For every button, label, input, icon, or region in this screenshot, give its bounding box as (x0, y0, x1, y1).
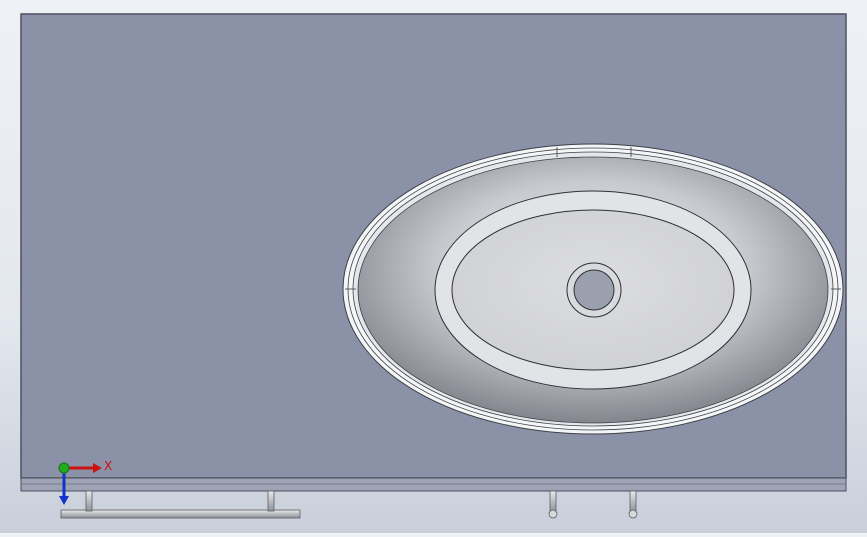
graphics-viewport[interactable]: X (0, 0, 867, 533)
countertop-front-edge (20, 477, 847, 492)
basin[interactable] (342, 143, 844, 435)
drain-hole (573, 269, 615, 311)
model-view[interactable]: X (0, 0, 867, 533)
pipe-assembly-left[interactable] (60, 490, 301, 519)
x-axis-label: X (104, 459, 112, 473)
pipe-assembly-right[interactable] (548, 490, 638, 519)
y-axis-dot (58, 462, 70, 474)
